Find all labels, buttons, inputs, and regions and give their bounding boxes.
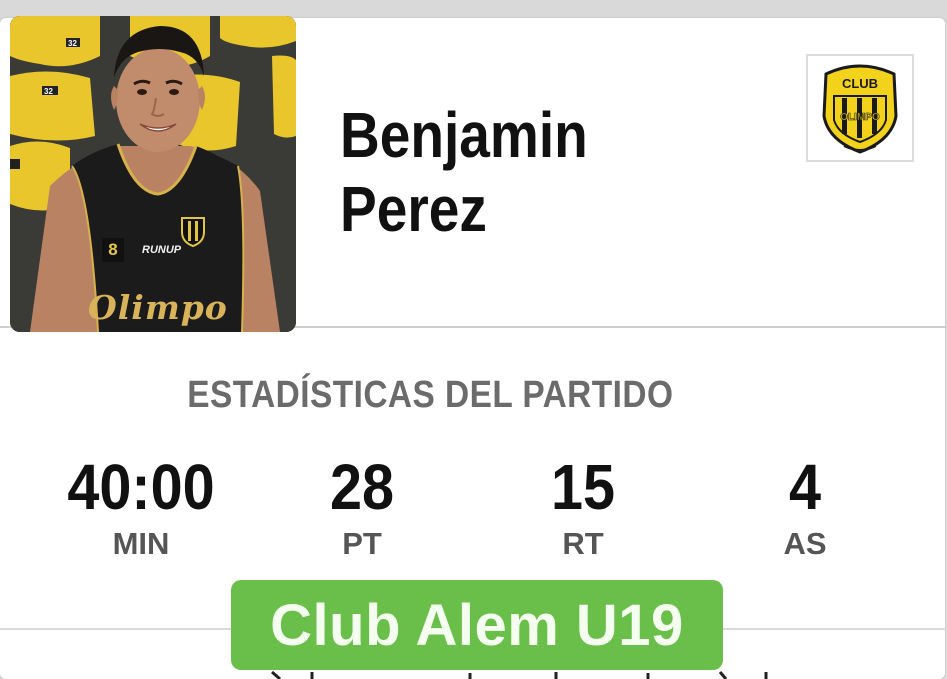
jersey-number: 8 [102,238,124,262]
stat-rebounds: 15 RT [473,450,693,562]
player-photo-illustration: 32 32 [10,16,296,332]
stat-points: 28 PT [252,450,472,562]
stat-label: AS [783,526,827,561]
player-last-name: Perez [340,173,487,245]
stat-label: MIN [112,526,170,561]
stats-title: ESTADÍSTICAS DEL PARTIDO [187,374,674,416]
stat-label: RT [562,526,604,561]
club-crest-icon: CLUB OLIMPO [822,64,898,154]
jersey-team-script: Olimpo [88,288,228,327]
club-logo: CLUB OLIMPO [806,54,914,162]
svg-text:32: 32 [44,87,53,96]
jersey-brand: RUNUP [142,244,182,256]
stat-value: 40:00 [67,451,215,523]
stat-value: 28 [329,451,395,523]
club-logo-main-text: OLIMPO [840,112,880,123]
stat-assists: 4 AS [695,450,915,562]
opponent-badge[interactable]: Club Alem U19 [231,580,723,670]
stat-minutes: 40:00 MIN [31,450,251,562]
svg-text:32: 32 [68,39,77,48]
stat-value: 4 [788,451,822,523]
stat-label: PT [342,526,382,561]
player-first-name: Benjamin [340,99,588,171]
player-photo: 32 32 8 RUNUP Olimpo [10,16,296,332]
player-name: Benjamin Perez [340,98,588,246]
stat-value: 15 [550,451,616,523]
bottom-partial-text [271,670,768,679]
club-logo-top-text: CLUB [842,76,878,91]
